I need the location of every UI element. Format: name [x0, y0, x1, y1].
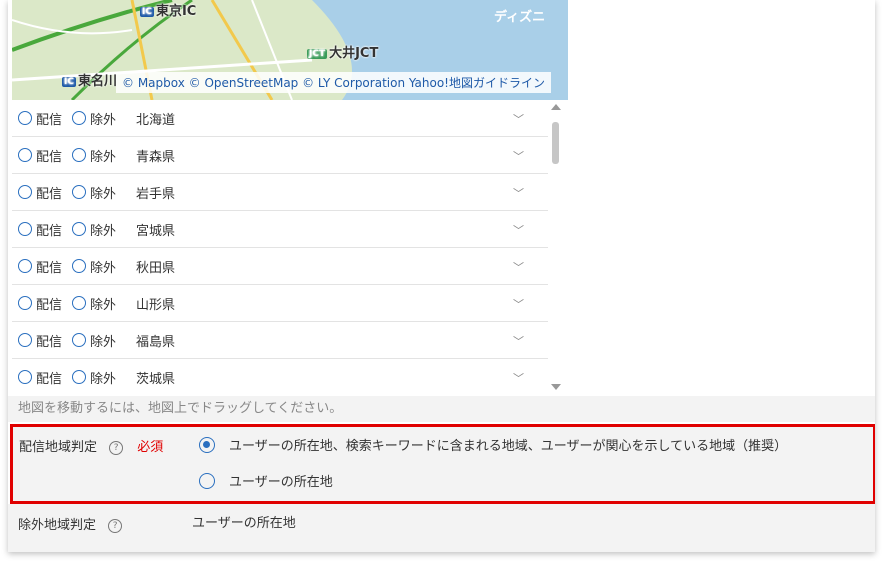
- map-label-tomei: IC 東名川: [62, 74, 117, 89]
- radio-icon[interactable]: [18, 111, 32, 125]
- chevron-down-icon[interactable]: ﹀: [513, 296, 524, 312]
- prefecture-row[interactable]: 配信 除外 秋田県 ﹀: [12, 248, 548, 285]
- prefecture-name: 茨城県: [136, 371, 176, 387]
- exclude-option[interactable]: 除外: [72, 257, 116, 276]
- prefecture-row[interactable]: 配信 除外 北海道 ﹀: [12, 100, 548, 137]
- help-icon[interactable]: ?: [109, 440, 124, 455]
- exclude-option[interactable]: 除外: [72, 331, 116, 350]
- exclude-option[interactable]: 除外: [72, 220, 116, 239]
- map-label-tokyo-ic: IC 東京IC: [140, 4, 197, 19]
- region-settings-panel: IC 東京IC JCT 大井JCT IC 東名川 ディズニ © Mapbox © Op…: [8, 0, 875, 552]
- delivery-option-location[interactable]: ユーザーの所在地: [199, 471, 333, 490]
- prefecture-name: 青森県: [136, 149, 176, 165]
- prefecture-row[interactable]: 配信 除外 福島県 ﹀: [12, 322, 548, 359]
- prefecture-name: 山形県: [136, 297, 176, 313]
- prefecture-row[interactable]: 配信 除外 青森県 ﹀: [12, 137, 548, 174]
- prefecture-name: 宮城県: [136, 223, 176, 239]
- deliver-option[interactable]: 配信: [18, 294, 62, 313]
- prefecture-row[interactable]: 配信 除外 茨城県 ﹀: [12, 359, 548, 394]
- exclude-option[interactable]: 除外: [72, 146, 116, 165]
- chevron-down-icon[interactable]: ﹀: [513, 333, 524, 349]
- scrollbar-thumb[interactable]: [552, 122, 559, 164]
- chevron-down-icon[interactable]: ﹀: [513, 370, 524, 386]
- deliver-option[interactable]: 配信: [18, 220, 62, 239]
- radio-icon[interactable]: [72, 111, 87, 125]
- deliver-option[interactable]: 配信: [18, 109, 62, 128]
- radio-icon[interactable]: [18, 222, 32, 236]
- exclude-option[interactable]: 除外: [72, 183, 116, 202]
- radio-icon[interactable]: [72, 296, 87, 310]
- radio-icon[interactable]: [18, 185, 32, 199]
- radio-icon[interactable]: [18, 370, 32, 384]
- prefecture-name: 福島県: [136, 334, 176, 350]
- radio-unselected-icon[interactable]: [199, 472, 215, 489]
- exclusion-judgement-section: 除外地域判定 ? ユーザーの所在地: [8, 504, 875, 552]
- deliver-option[interactable]: 配信: [18, 368, 62, 387]
- prefecture-row[interactable]: 配信 除外 山形県 ﹀: [12, 285, 548, 322]
- delivery-option-recommended[interactable]: ユーザーの所在地、検索キーワードに含まれる地域、ユーザーが関心を示している地域（…: [199, 435, 787, 454]
- radio-icon[interactable]: [72, 333, 87, 347]
- chevron-down-icon[interactable]: ﹀: [513, 222, 524, 238]
- delivery-judgement-section: 配信地域判定 ? 必須 ユーザーの所在地、検索キーワードに含まれる地域、ユーザー…: [10, 424, 875, 504]
- deliver-option[interactable]: 配信: [18, 146, 62, 165]
- exclude-option[interactable]: 除外: [72, 368, 116, 387]
- deliver-option[interactable]: 配信: [18, 183, 62, 202]
- chevron-down-icon[interactable]: ﹀: [513, 148, 524, 164]
- scroll-down-arrow-icon[interactable]: [551, 384, 561, 390]
- radio-icon[interactable]: [72, 148, 87, 162]
- deliver-option[interactable]: 配信: [18, 331, 62, 350]
- prefecture-row[interactable]: 配信 除外 宮城県 ﹀: [12, 211, 548, 248]
- prefecture-row[interactable]: 配信 除外 岩手県 ﹀: [12, 174, 548, 211]
- radio-icon[interactable]: [72, 222, 87, 236]
- delivery-judgement-label: 配信地域判定 ? 必須: [19, 440, 164, 455]
- chevron-down-icon[interactable]: ﹀: [513, 111, 524, 127]
- map-label-disney: ディズニ: [494, 10, 546, 25]
- scroll-up-arrow-icon[interactable]: [551, 104, 561, 110]
- radio-icon[interactable]: [72, 259, 87, 273]
- deliver-option[interactable]: 配信: [18, 257, 62, 276]
- radio-icon[interactable]: [72, 185, 87, 199]
- radio-selected-icon[interactable]: [199, 436, 215, 453]
- radio-icon[interactable]: [18, 148, 32, 162]
- required-badge: 必須: [137, 440, 164, 455]
- radio-icon[interactable]: [72, 370, 87, 384]
- map-drag-hint: 地図を移動するには、地図上でドラッグしてください。: [8, 396, 875, 422]
- prefecture-name: 岩手県: [136, 186, 176, 202]
- map-view[interactable]: IC 東京IC JCT 大井JCT IC 東名川 ディズニ © Mapbox © Op…: [12, 0, 568, 100]
- prefecture-list: 配信 除外 北海道 ﹀ 配信 除外 青森県 ﹀ 配信 除外 岩手県 ﹀ 配信 除外 宮城県 ﹀ 配信 除外 秋田県 ﹀…: [12, 100, 548, 394]
- prefecture-name: 秋田県: [136, 260, 176, 276]
- radio-icon[interactable]: [18, 259, 32, 273]
- list-scrollbar[interactable]: [548, 100, 564, 394]
- chevron-down-icon[interactable]: ﹀: [513, 259, 524, 275]
- exclusion-judgement-label: 除外地域判定 ?: [18, 514, 123, 533]
- help-icon[interactable]: ?: [108, 518, 123, 533]
- radio-icon[interactable]: [18, 296, 32, 310]
- chevron-down-icon[interactable]: ﹀: [513, 185, 524, 201]
- radio-icon[interactable]: [18, 333, 32, 347]
- map-label-ohi-jct: JCT 大井JCT: [307, 46, 379, 61]
- prefecture-name: 北海道: [136, 112, 176, 128]
- exclusion-judgement-value: ユーザーの所在地: [192, 516, 296, 531]
- map-attribution[interactable]: © Mapbox © OpenStreetMap © LY Corporatio…: [116, 72, 551, 93]
- exclude-option[interactable]: 除外: [72, 109, 116, 128]
- exclude-option[interactable]: 除外: [72, 294, 116, 313]
